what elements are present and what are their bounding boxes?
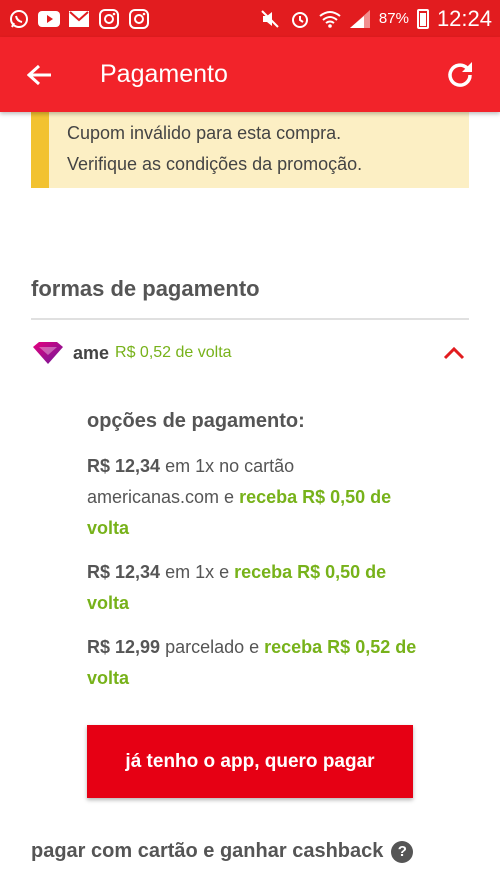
option-text: em 1x e — [160, 562, 235, 582]
page-title: Pagamento — [100, 60, 228, 88]
option-price: R$ 12,99 — [87, 637, 161, 657]
clock: 12:24 — [436, 5, 492, 31]
system-icons: 87% 12:24 — [259, 6, 492, 32]
ame-payment-option[interactable]: ame R$ 0,52 de volta — [31, 333, 469, 373]
refresh-button[interactable] — [420, 37, 500, 112]
divider — [31, 318, 469, 320]
alarm-icon — [289, 8, 311, 30]
instagram-icon — [98, 8, 120, 30]
gmail-icon — [68, 8, 90, 30]
option-price: R$ 12,34 — [87, 562, 161, 582]
coupon-warning: Cupom inválido para esta compra. Verifiq… — [31, 112, 469, 188]
notification-icons — [8, 8, 150, 30]
arrow-left-icon — [27, 64, 51, 85]
payment-options: opções de pagamento: R$ 12,34 em 1x no c… — [87, 410, 417, 707]
payment-methods-title: formas de pagamento — [31, 276, 260, 301]
ame-logo-icon — [33, 342, 63, 364]
option-item[interactable]: R$ 12,99 parcelado e receba R$ 0,52 de v… — [87, 632, 417, 694]
status-bar: 87% 12:24 — [0, 0, 500, 37]
chevron-up-icon — [443, 346, 465, 360]
card-cashback-section: pagar com cartão e ganhar cashback ? — [31, 840, 414, 863]
app-toolbar: Pagamento — [0, 37, 500, 112]
battery-percent: 87% — [378, 10, 409, 27]
back-button[interactable] — [0, 37, 80, 112]
whatsapp-icon — [8, 8, 30, 30]
battery-icon — [416, 8, 429, 29]
option-item[interactable]: R$ 12,34 em 1x no cartão americanas.com … — [87, 451, 417, 544]
refresh-icon — [448, 61, 472, 87]
card-cashback-title: pagar com cartão e ganhar cashback — [31, 840, 384, 862]
warning-line-2: Verifique as condições da promoção. — [67, 154, 363, 174]
option-text: parcelado e — [160, 637, 265, 657]
ame-cashback: R$ 0,52 de volta — [115, 344, 232, 361]
option-item[interactable]: R$ 12,34 em 1x e receba R$ 0,50 de volta — [87, 557, 417, 619]
ame-name: ame — [73, 342, 110, 363]
youtube-icon — [38, 8, 60, 30]
signal-icon — [349, 8, 371, 30]
help-icon[interactable]: ? — [391, 840, 414, 863]
options-title: opções de pagamento: — [87, 410, 305, 432]
collapse-toggle[interactable] — [439, 338, 469, 368]
pay-with-app-button[interactable]: já tenho o app, quero pagar — [87, 725, 413, 798]
option-price: R$ 12,34 — [87, 456, 161, 476]
instagram-icon — [128, 8, 150, 30]
warning-line-1: Cupom inválido para esta compra. — [67, 123, 342, 143]
mute-icon — [259, 8, 281, 30]
wifi-icon — [319, 8, 341, 30]
